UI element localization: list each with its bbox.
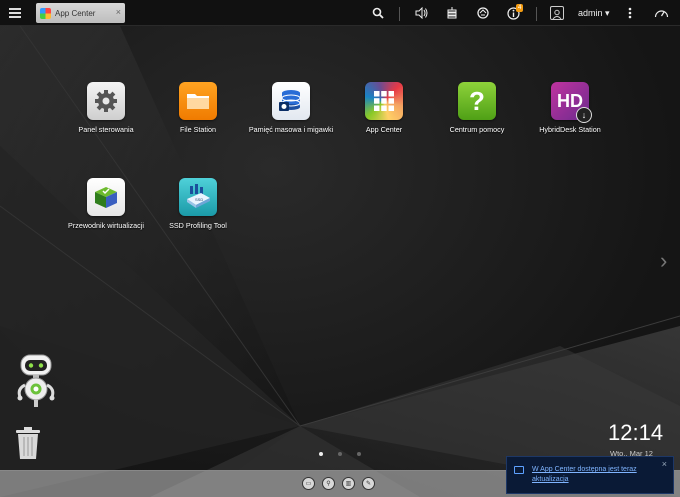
user-avatar-icon[interactable]: [550, 6, 564, 20]
background-tasks-icon[interactable]: [445, 4, 459, 22]
app-centrum-pomocy[interactable]: ? Centrum pomocy: [431, 82, 523, 135]
app-ssd-profiling-tool[interactable]: SSD SSD Profiling Tool: [152, 178, 244, 231]
page-indicator-dot[interactable]: [338, 452, 342, 456]
update-notification[interactable]: W App Center dostępna jest teraz aktuali…: [506, 456, 674, 494]
main-menu-button[interactable]: [0, 0, 30, 26]
app-app-center[interactable]: App Center: [338, 82, 430, 135]
qboost-robot-icon[interactable]: [12, 353, 60, 409]
dashboard-icon[interactable]: [653, 4, 669, 22]
app-label: SSD Profiling Tool: [169, 221, 227, 230]
ssd-icon: SSD: [179, 178, 217, 216]
task-tab-app-center[interactable]: App Center ×: [36, 3, 125, 23]
folder-icon: [179, 82, 217, 120]
volume-icon[interactable]: [414, 4, 430, 22]
app-label: HybridDesk Station: [539, 125, 601, 134]
hamburger-icon: [9, 7, 21, 18]
download-icon: ↓: [576, 107, 592, 123]
recycle-bin-icon[interactable]: [15, 426, 41, 460]
app-panel-sterowania[interactable]: Panel sterowania: [60, 82, 152, 135]
app-hybriddesk-station[interactable]: HD ↓ HybridDesk Station: [524, 82, 616, 135]
app-label: File Station: [180, 125, 216, 134]
sync-icon[interactable]: [475, 4, 491, 22]
app-center-mini-icon: [40, 7, 51, 19]
help-icon: ?: [458, 82, 496, 120]
dock-search-icon[interactable]: ⚲: [322, 477, 335, 490]
app-przewodnik-wirtualizacji[interactable]: Przewodnik wirtualizacji: [60, 178, 152, 231]
toolbar-divider: [536, 7, 537, 21]
app-label: Pamięć masowa i migawki: [248, 125, 334, 134]
top-taskbar: App Center × 4 admin ▾: [0, 0, 680, 26]
virtualization-icon: [87, 178, 125, 216]
app-label: App Center: [365, 125, 403, 134]
page-indicator-dot[interactable]: [357, 452, 361, 456]
page-indicator-dot[interactable]: [319, 452, 323, 456]
notification-badge: 4: [516, 4, 524, 12]
notification-link[interactable]: W App Center dostępna jest teraz aktuali…: [532, 465, 662, 485]
message-icon: [514, 466, 524, 474]
hd-icon: HD ↓: [551, 82, 592, 123]
toolbar-divider: [399, 7, 400, 21]
notification-close-icon[interactable]: ×: [662, 459, 667, 469]
task-tab-label: App Center: [55, 8, 96, 18]
gear-icon: [87, 82, 125, 120]
storage-icon: [272, 82, 310, 120]
dock-files-icon[interactable]: ▭: [302, 477, 315, 490]
search-icon[interactable]: [371, 4, 385, 22]
next-page-chevron-icon[interactable]: ›: [660, 248, 667, 274]
user-menu[interactable]: admin ▾: [578, 8, 610, 19]
app-storage-snapshots[interactable]: Pamięć masowa i migawki: [245, 82, 337, 135]
dock-apps-icon[interactable]: ▥: [342, 477, 355, 490]
app-label: Przewodnik wirtualizacji: [68, 221, 144, 230]
app-label: Panel sterowania: [78, 125, 134, 134]
app-label: Centrum pomocy: [449, 125, 505, 134]
dock-edit-icon[interactable]: ✎: [362, 477, 375, 490]
more-options-icon[interactable]: [624, 4, 636, 22]
svg-text:SSD: SSD: [195, 197, 203, 202]
tab-close-icon[interactable]: ×: [116, 7, 121, 17]
app-grid-icon: [365, 82, 403, 120]
desktop-clock-time: 12:14: [608, 420, 664, 445]
app-file-station[interactable]: File Station: [152, 82, 244, 135]
